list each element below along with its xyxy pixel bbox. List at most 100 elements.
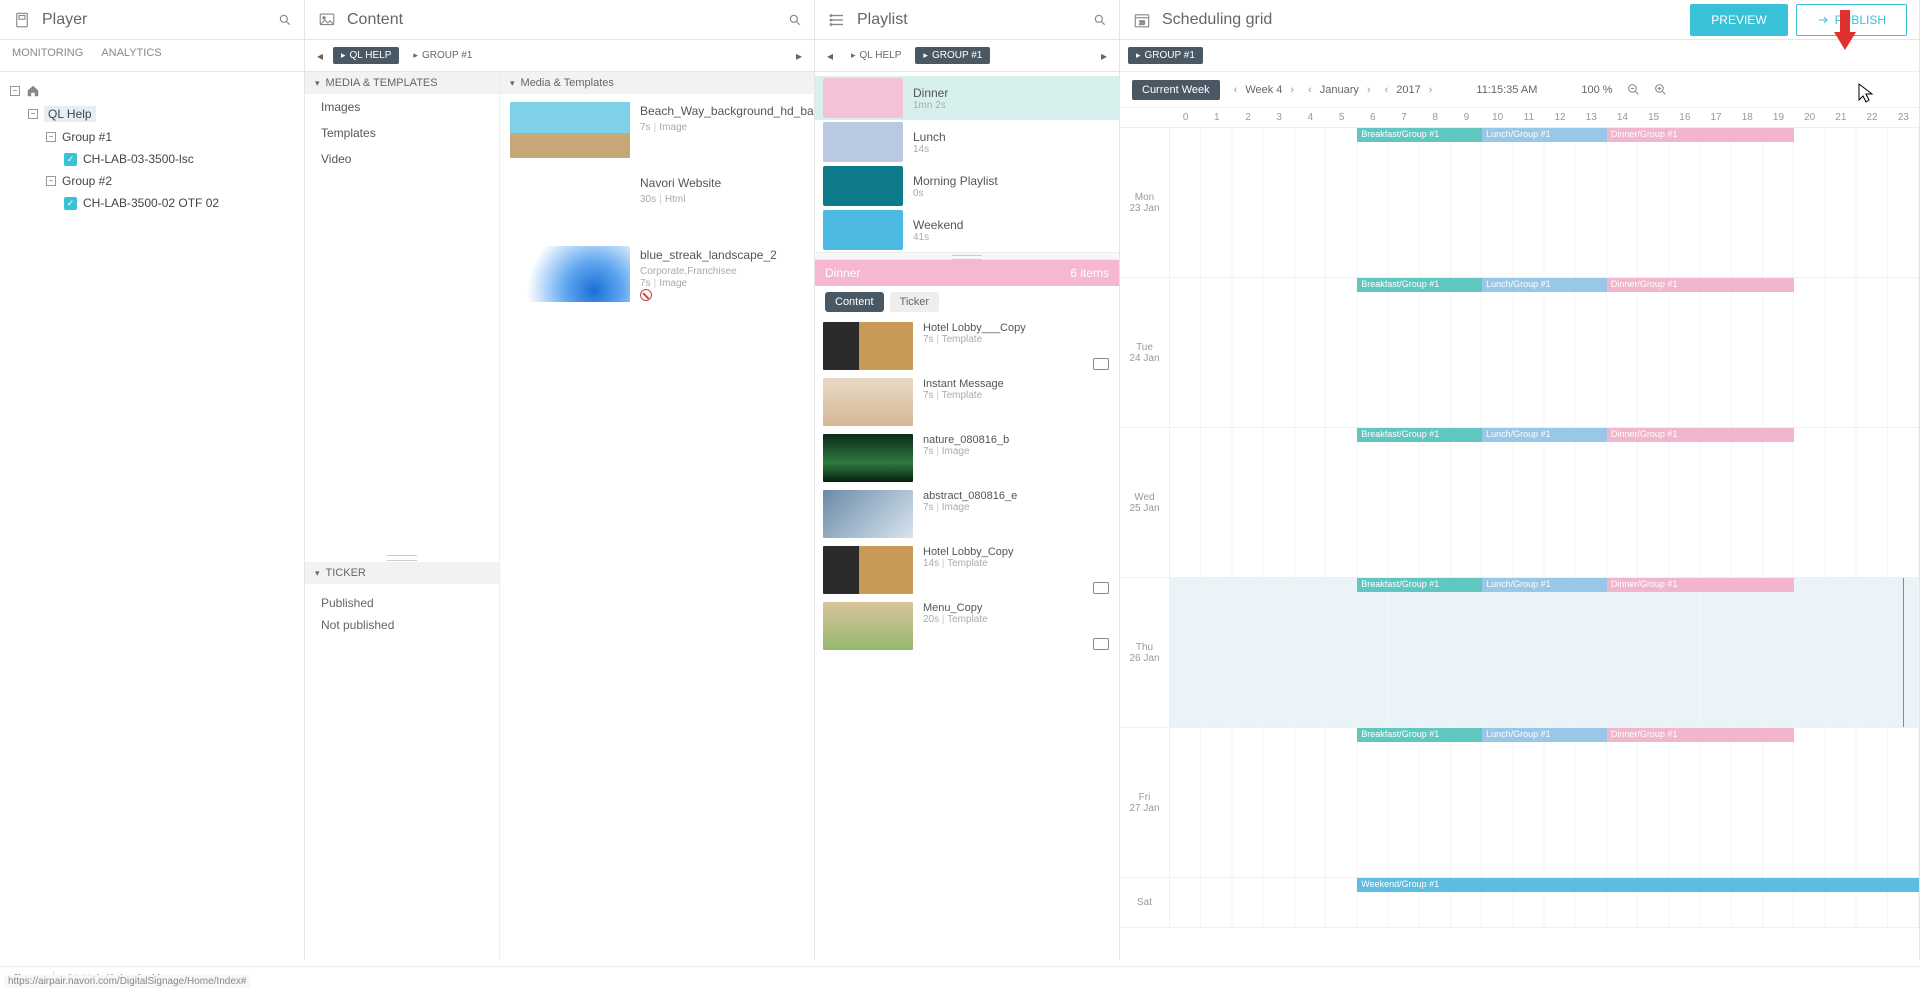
- zoom-out-icon[interactable]: [1627, 83, 1640, 96]
- playlist-swatch: [823, 122, 903, 162]
- current-week-chip[interactable]: Current Week: [1132, 80, 1220, 100]
- content-item-title: Instant Message: [923, 378, 1004, 390]
- day-track[interactable]: Breakfast/Group #1Lunch/Group #1Dinner/G…: [1170, 428, 1919, 577]
- checkbox-icon[interactable]: ✓: [64, 153, 77, 166]
- schedule-event[interactable]: Lunch/Group #1: [1482, 428, 1607, 442]
- preview-button[interactable]: PREVIEW: [1690, 4, 1787, 36]
- calendar-icon: 28: [1132, 10, 1152, 30]
- ticker-item[interactable]: Not published: [321, 614, 483, 636]
- collapse-icon[interactable]: −: [46, 132, 56, 142]
- schedule-event[interactable]: Lunch/Group #1: [1482, 728, 1607, 742]
- home-icon[interactable]: [26, 84, 40, 98]
- category-templates[interactable]: Templates: [305, 120, 499, 146]
- publish-button[interactable]: PUBLISH: [1796, 4, 1907, 36]
- playlist-item[interactable]: Weekend41s: [815, 208, 1119, 252]
- checkbox-icon[interactable]: ✓: [64, 197, 77, 210]
- playlist-content-item[interactable]: abstract_080816_e7s | Image: [815, 486, 1119, 542]
- tab-monitoring[interactable]: MONITORING: [12, 47, 83, 65]
- media-item[interactable]: blue_streak_landscape_2Corporate,Franchi…: [500, 238, 814, 312]
- playlist-item[interactable]: Morning Playlist0s: [815, 164, 1119, 208]
- media-item[interactable]: Navori Website30s | Html: [500, 166, 814, 238]
- collapse-icon[interactable]: −: [28, 109, 38, 119]
- search-icon[interactable]: [278, 13, 292, 27]
- tree-root[interactable]: QL Help: [44, 106, 96, 122]
- search-icon[interactable]: [788, 13, 802, 27]
- day-track[interactable]: Breakfast/Group #1Lunch/Group #1Dinner/G…: [1170, 278, 1919, 427]
- day-track[interactable]: Breakfast/Group #1Lunch/Group #1Dinner/G…: [1170, 578, 1919, 727]
- playlist-content-item[interactable]: Hotel Lobby___Copy7s | Template: [815, 318, 1119, 374]
- year-label[interactable]: 2017: [1396, 84, 1420, 96]
- month-label[interactable]: January: [1320, 84, 1359, 96]
- chevron-right-icon[interactable]: ▸: [792, 49, 806, 63]
- media-item[interactable]: Beach_Way_background_hd_ba7s | Image: [500, 94, 814, 166]
- playlist-content-item[interactable]: Hotel Lobby_Copy14s | Template: [815, 542, 1119, 598]
- tab-analytics[interactable]: ANALYTICS: [101, 47, 161, 65]
- playlist-content-item[interactable]: Menu_Copy20s | Template: [815, 598, 1119, 654]
- chevron-right-icon[interactable]: ▸: [1097, 49, 1111, 63]
- hour-label: 8: [1420, 108, 1451, 127]
- category-images[interactable]: Images: [305, 94, 499, 120]
- chevron-left-icon[interactable]: ◂: [823, 49, 837, 63]
- tree-device[interactable]: CH-LAB-03-3500-lsc: [83, 152, 194, 166]
- media-templates-right-header[interactable]: Media & Templates: [500, 72, 814, 94]
- playlist-section-header: Dinner 6 items: [815, 260, 1119, 286]
- content-item-title: nature_080816_b: [923, 434, 1009, 446]
- playlist-item-title: Dinner: [913, 86, 948, 100]
- tree-group[interactable]: Group #1: [62, 130, 112, 144]
- schedule-event[interactable]: Lunch/Group #1: [1482, 278, 1607, 292]
- schedule-event[interactable]: Dinner/Group #1: [1607, 278, 1794, 292]
- next-year-icon[interactable]: ›: [1429, 84, 1433, 96]
- pill-ticker[interactable]: Ticker: [890, 292, 940, 312]
- schedule-event[interactable]: Breakfast/Group #1: [1357, 428, 1482, 442]
- prev-week-icon[interactable]: ‹: [1234, 84, 1238, 96]
- chevron-left-icon[interactable]: ◂: [313, 49, 327, 63]
- ticker-header[interactable]: TICKER: [305, 562, 499, 584]
- week-label[interactable]: Week 4: [1245, 84, 1282, 96]
- playlist-item-title: Weekend: [913, 218, 963, 232]
- hour-label: 9: [1451, 108, 1482, 127]
- breadcrumb-qlhelp[interactable]: QL HELP: [333, 47, 399, 64]
- playlist-item[interactable]: Dinner1mn 2s: [815, 76, 1119, 120]
- prev-month-icon[interactable]: ‹: [1308, 84, 1312, 96]
- drag-handle[interactable]: [305, 552, 499, 562]
- schedule-event[interactable]: Dinner/Group #1: [1607, 128, 1794, 142]
- tree-device[interactable]: CH-LAB-3500-02 OTF 02: [83, 196, 219, 210]
- day-track[interactable]: Breakfast/Group #1Lunch/Group #1Dinner/G…: [1170, 728, 1919, 877]
- media-templates-header[interactable]: MEDIA & TEMPLATES: [305, 72, 499, 94]
- search-icon[interactable]: [1093, 13, 1107, 27]
- media-thumbnail: [510, 102, 630, 158]
- schedule-event[interactable]: Breakfast/Group #1: [1357, 578, 1482, 592]
- collapse-icon[interactable]: −: [10, 86, 20, 96]
- drag-handle[interactable]: [815, 252, 1119, 260]
- breadcrumb-qlhelp[interactable]: QL HELP: [843, 47, 909, 64]
- category-video[interactable]: Video: [305, 146, 499, 172]
- schedule-event[interactable]: Lunch/Group #1: [1482, 578, 1607, 592]
- schedule-event[interactable]: Dinner/Group #1: [1607, 428, 1794, 442]
- breadcrumb-group1[interactable]: GROUP #1: [915, 47, 990, 64]
- pill-content[interactable]: Content: [825, 292, 884, 312]
- ticker-item[interactable]: Published: [321, 592, 483, 614]
- collapse-icon[interactable]: −: [46, 176, 56, 186]
- schedule-event[interactable]: Dinner/Group #1: [1607, 578, 1794, 592]
- content-item-title: Hotel Lobby_Copy: [923, 546, 1014, 558]
- schedule-event[interactable]: Weekend/Group #1: [1357, 878, 1919, 892]
- playlist-content-item[interactable]: Instant Message7s | Template: [815, 374, 1119, 430]
- day-track[interactable]: Weekend/Group #1: [1170, 878, 1919, 927]
- schedule-group-chip[interactable]: GROUP #1: [1128, 47, 1203, 64]
- day-track[interactable]: Breakfast/Group #1Lunch/Group #1Dinner/G…: [1170, 128, 1919, 277]
- schedule-event[interactable]: Breakfast/Group #1: [1357, 128, 1482, 142]
- playlist-content-item[interactable]: nature_080816_b7s | Image: [815, 430, 1119, 486]
- tree-group[interactable]: Group #2: [62, 174, 112, 188]
- next-month-icon[interactable]: ›: [1367, 84, 1371, 96]
- breadcrumb-group1[interactable]: GROUP #1: [405, 47, 480, 64]
- schedule-event[interactable]: Lunch/Group #1: [1482, 128, 1607, 142]
- schedule-event[interactable]: Breakfast/Group #1: [1357, 728, 1482, 742]
- playlist-item-duration: 1mn 2s: [913, 100, 948, 111]
- prev-year-icon[interactable]: ‹: [1385, 84, 1389, 96]
- playlist-item[interactable]: Lunch14s: [815, 120, 1119, 164]
- next-week-icon[interactable]: ›: [1290, 84, 1294, 96]
- content-item-title: abstract_080816_e: [923, 490, 1017, 502]
- schedule-event[interactable]: Dinner/Group #1: [1607, 728, 1794, 742]
- schedule-event[interactable]: Breakfast/Group #1: [1357, 278, 1482, 292]
- zoom-in-icon[interactable]: [1654, 83, 1667, 96]
